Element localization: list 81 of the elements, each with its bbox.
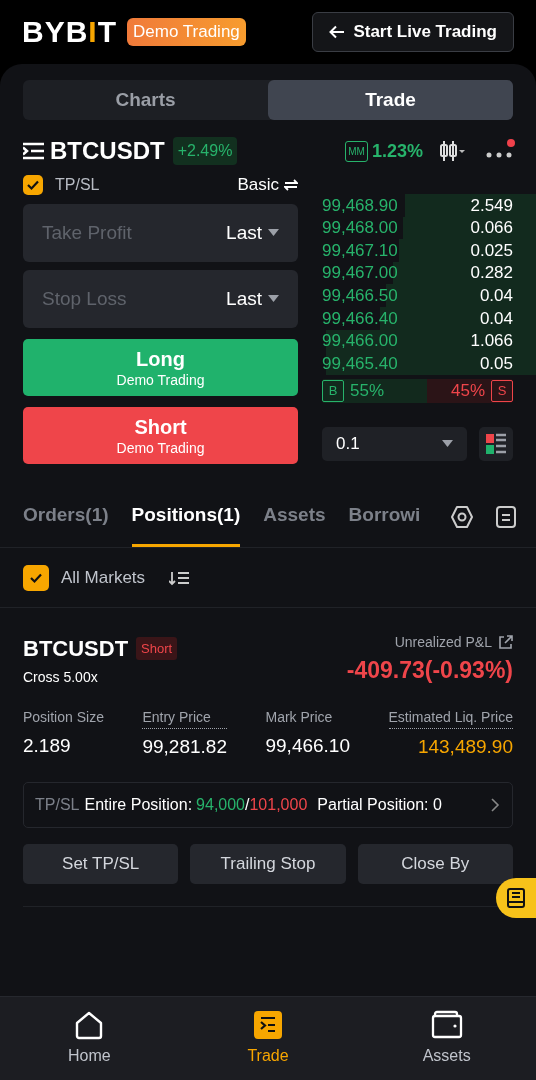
pnl-label: Unrealized P&L [394,633,492,652]
caret-icon [268,229,279,237]
stat-label[interactable]: Entry Price [142,707,227,729]
nav-item[interactable]: Home [0,997,179,1080]
nav-item[interactable]: Trade [178,997,358,1080]
document-icon[interactable] [496,506,516,528]
trigger-select[interactable]: Last [226,218,279,248]
positions-tab[interactable]: Borrowi [348,487,421,547]
entire-position-label: Entire Position: [84,794,193,815]
stat-label: Position Size [23,708,104,727]
tpsl-label: TP/SL [55,175,100,195]
checkbox[interactable] [23,175,43,195]
view-tab[interactable]: Charts [23,80,268,120]
position-symbol: BTCUSDT [23,635,129,663]
bid-quantity: 0.025 [470,239,513,262]
pnl-value: -409.73(-0.93%) [346,656,513,685]
caret-icon [442,439,453,448]
sell-badge: S [491,379,513,402]
check-icon [26,178,40,192]
wallet-icon [430,1009,463,1040]
change-badge: +2.49% [172,137,238,165]
bid-quantity: 0.04 [479,307,513,330]
caret-icon [268,295,279,303]
guide-button[interactable] [496,877,536,918]
checkbox[interactable] [23,564,49,591]
action-button[interactable]: Trailing Stop [190,843,346,884]
price-field[interactable]: Stop Loss Last [23,270,298,328]
chevron-right-icon [491,797,500,812]
share-icon[interactable] [498,635,513,650]
swap-icon [284,178,298,192]
demo-badge: Demo Trading [127,18,246,46]
step-select[interactable]: 0.1 [322,426,467,461]
layout-icon[interactable] [479,426,513,461]
buy-badge: B [322,379,344,402]
action-button[interactable]: Close By [357,843,513,884]
side-badge: Short [136,636,178,661]
stat-value: 143,489.90 [417,735,513,759]
bid-quantity: 1.066 [470,330,513,353]
bid-quantity: 0.066 [470,217,513,240]
candlestick-icon[interactable] [439,140,465,162]
start-live-trading-button[interactable]: Start Live Trading [312,12,514,52]
positions-tab[interactable]: Orders(1) [23,487,109,547]
settings-icon[interactable] [450,505,474,529]
tpsl-summary[interactable]: TP/SL Entire Position: 94,000/101,000 Partial Position: 0 [23,781,513,828]
action-button[interactable]: Set TP/SL [23,843,179,884]
sort-icon[interactable] [169,569,190,586]
bid-quantity: 2.549 [470,194,513,217]
basic-mode-toggle[interactable]: Basic [237,172,298,198]
nav-item[interactable]: Assets [357,997,536,1080]
mm-ratio: 1.23% [371,139,423,163]
book-icon [507,887,525,908]
price-field[interactable]: Take Profit Last [23,204,298,262]
trigger-select[interactable]: Last [226,284,279,314]
trade-icon [253,1009,283,1040]
bid-quantity: 0.04 [479,284,513,307]
bid-quantity: 0.282 [470,262,513,285]
menu-icon [23,142,44,160]
logo: BYBIT [22,17,117,47]
short-button[interactable]: Short Demo Trading [23,407,298,464]
positions-tab[interactable]: Positions(1) [131,487,241,547]
partial-position: Partial Position: 0 [317,794,442,815]
all-markets-label: All Markets [61,566,146,589]
take-profit-value: 94,000 [196,794,245,815]
stat-label[interactable]: Estimated Liq. Price [388,707,513,729]
tpsl-tag: TP/SL [35,792,80,817]
bid-quantity: 0.05 [479,352,513,375]
sell-percent: 45% [450,380,485,402]
stop-loss-value: 101,000 [249,794,308,815]
stat-value: 99,466.10 [265,734,350,758]
stat-value: 99,281.82 [142,735,227,759]
separator: / [245,794,250,815]
back-arrow-icon [329,25,346,39]
stat-label: Mark Price [265,708,334,727]
margin-mode: Cross 5.00x [23,669,98,685]
home-icon [74,1009,105,1040]
mm-badge: MM [345,140,368,162]
stat-value: 2.189 [23,734,72,758]
positions-tab[interactable]: Assets [263,487,326,547]
buy-percent: 55% [350,380,385,402]
symbol-name[interactable]: BTCUSDT [50,133,165,169]
view-tab[interactable]: Trade [268,80,513,120]
